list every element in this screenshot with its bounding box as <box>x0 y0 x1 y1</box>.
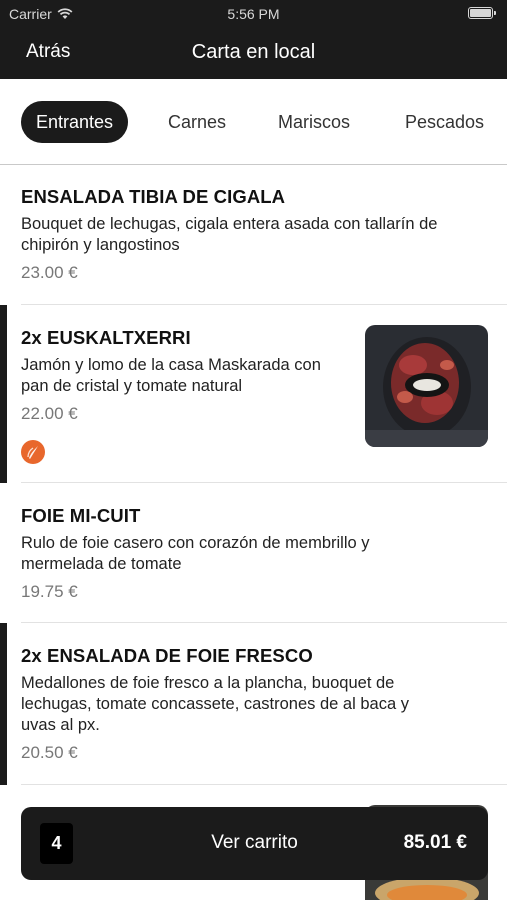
navigation-bar: Atrás Carta en local <box>0 28 507 79</box>
tab-carnes[interactable]: Carnes <box>168 101 226 143</box>
category-tabs: Entrantes Carnes Mariscos Pescados <box>0 79 507 165</box>
in-cart-indicator <box>0 305 7 483</box>
item-description: Jamón y lomo de la casa Maskarada con pa… <box>21 356 321 395</box>
item-name: 2x ENSALADA DE FOIE FRESCO <box>21 645 313 666</box>
tab-mariscos[interactable]: Mariscos <box>278 101 350 143</box>
item-divider <box>21 784 507 785</box>
item-price: 23.00 € <box>21 263 78 282</box>
item-price: 19.75 € <box>21 582 78 601</box>
item-photo[interactable] <box>365 325 488 447</box>
page-title: Carta en local <box>191 41 316 63</box>
menu-item[interactable]: FOIE MI-CUIT Rulo de foie casero con cor… <box>0 483 507 623</box>
item-name: 2x EUSKALTXERRI <box>21 327 191 348</box>
item-description: Rulo de foie casero con corazón de membr… <box>21 534 370 573</box>
top-bar: Carrier 5:56 PM Atrás Carta en local <box>0 0 507 79</box>
menu-item[interactable]: 2x EUSKALTXERRI Jamón y lomo de la casa … <box>0 305 507 483</box>
item-name: ENSALADA TIBIA DE CIGALA <box>21 186 286 207</box>
item-name: FOIE MI-CUIT <box>21 505 141 526</box>
tab-entrantes[interactable]: Entrantes <box>21 101 129 143</box>
item-price: 22.00 € <box>21 404 78 423</box>
item-quantity: 2x <box>21 327 42 348</box>
battery-icon <box>468 7 496 19</box>
view-cart-button[interactable]: 4 Ver carrito 85.01 € <box>21 807 488 880</box>
flame-badge-icon <box>21 440 45 464</box>
cart-total: 85.01 € <box>403 832 467 853</box>
menu-item[interactable]: ENSALADA TIBIA DE CIGALA Bouquet de lech… <box>0 165 507 305</box>
status-bar: Carrier 5:56 PM <box>0 0 507 28</box>
tab-pescados[interactable]: Pescados <box>405 101 484 143</box>
clock: 5:56 PM <box>227 6 280 22</box>
in-cart-indicator <box>0 623 7 785</box>
menu-item[interactable]: 2x ENSALADA DE FOIE FRESCO Medallones de… <box>0 623 507 785</box>
item-description: Bouquet de lechugas, cigala entera asada… <box>21 215 438 254</box>
item-description: Medallones de foie fresco a la plancha, … <box>21 674 409 734</box>
item-quantity: 2x <box>21 645 42 666</box>
item-price: 20.50 € <box>21 743 78 762</box>
